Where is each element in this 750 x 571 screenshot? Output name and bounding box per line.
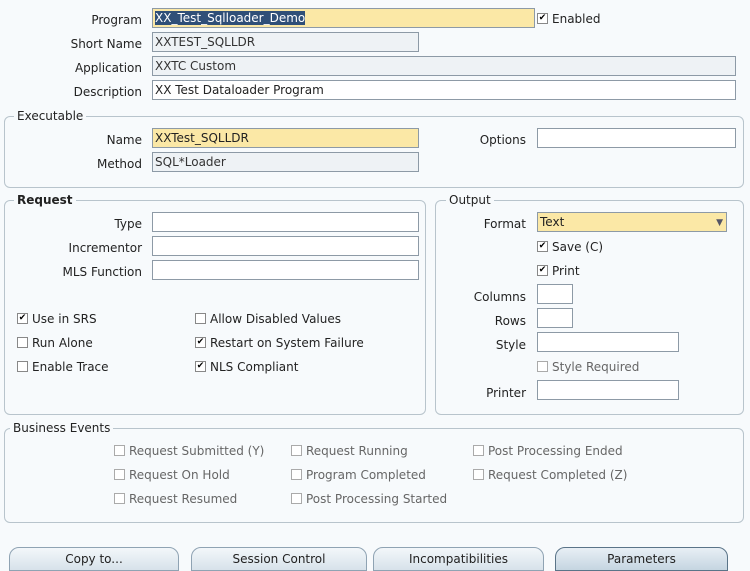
method-label: Method bbox=[96, 157, 142, 171]
restart-on-failure-checkbox[interactable]: ✔ Restart on System Failure bbox=[195, 336, 364, 350]
executable-title: Executable bbox=[14, 109, 87, 123]
incompatibilities-button[interactable]: Incompatibilities bbox=[373, 547, 544, 571]
request-group bbox=[4, 200, 426, 415]
printer-label: Printer bbox=[486, 386, 526, 400]
request-title: Request bbox=[14, 193, 76, 207]
run-alone-checkbox[interactable]: Run Alone bbox=[17, 336, 93, 350]
post-processing-ended-checkbox[interactable]: Post Processing Ended bbox=[473, 444, 623, 458]
nls-compliant-checkbox[interactable]: ✔ NLS Compliant bbox=[195, 360, 298, 374]
program-field[interactable]: XX_Test_Sqlloader_Demo bbox=[152, 8, 535, 28]
chevron-down-icon: ▼ bbox=[716, 218, 723, 228]
request-resumed-checkbox[interactable]: Request Resumed bbox=[114, 492, 237, 506]
short-name-field[interactable]: XXTEST_SQLLDR bbox=[152, 32, 419, 52]
check-icon: ✔ bbox=[195, 337, 206, 348]
use-in-srs-checkbox[interactable]: ✔ Use in SRS bbox=[17, 312, 97, 326]
columns-label: Columns bbox=[473, 290, 526, 304]
business-events-title: Business Events bbox=[10, 421, 114, 435]
short-name-label: Short Name bbox=[70, 37, 142, 51]
request-running-checkbox[interactable]: Request Running bbox=[291, 444, 408, 458]
mls-function-field[interactable] bbox=[152, 260, 419, 280]
check-icon: ✔ bbox=[537, 265, 548, 276]
columns-field[interactable] bbox=[537, 284, 573, 304]
copy-to-button[interactable]: Copy to... bbox=[9, 547, 179, 571]
request-on-hold-checkbox[interactable]: Request On Hold bbox=[114, 468, 230, 482]
application-field[interactable]: XXTC Custom bbox=[152, 56, 736, 76]
options-label: Options bbox=[479, 133, 526, 147]
executable-name-label: Name bbox=[106, 133, 142, 147]
style-label: Style bbox=[495, 338, 526, 352]
style-required-checkbox[interactable]: Style Required bbox=[537, 360, 639, 374]
type-label: Type bbox=[114, 217, 142, 231]
rows-label: Rows bbox=[494, 314, 526, 328]
options-field[interactable] bbox=[537, 128, 736, 148]
program-label: Program bbox=[91, 13, 142, 27]
description-field[interactable]: XX Test Dataloader Program bbox=[152, 80, 736, 100]
application-label: Application bbox=[74, 61, 142, 75]
type-field[interactable] bbox=[152, 212, 419, 232]
request-completed-checkbox[interactable]: Request Completed (Z) bbox=[473, 468, 627, 482]
printer-field[interactable] bbox=[537, 380, 679, 400]
rows-field[interactable] bbox=[537, 308, 573, 328]
check-icon: ✔ bbox=[537, 241, 548, 252]
parameters-button[interactable]: Parameters bbox=[555, 547, 728, 571]
program-value: XX_Test_Sqlloader_Demo bbox=[155, 11, 306, 25]
enable-trace-checkbox[interactable]: Enable Trace bbox=[17, 360, 109, 374]
check-icon: ✔ bbox=[17, 313, 28, 324]
check-icon: ✔ bbox=[537, 13, 548, 24]
allow-disabled-values-checkbox[interactable]: Allow Disabled Values bbox=[195, 312, 341, 326]
session-control-button[interactable]: Session Control bbox=[191, 547, 367, 571]
description-label: Description bbox=[73, 85, 142, 99]
output-title: Output bbox=[446, 193, 494, 207]
enabled-checkbox[interactable]: ✔ Enabled bbox=[537, 12, 601, 26]
save-checkbox[interactable]: ✔ Save (C) bbox=[537, 240, 603, 254]
incrementor-label: Incrementor bbox=[68, 241, 142, 255]
program-completed-checkbox[interactable]: Program Completed bbox=[291, 468, 426, 482]
post-processing-started-checkbox[interactable]: Post Processing Started bbox=[291, 492, 447, 506]
style-field[interactable] bbox=[537, 332, 679, 352]
check-icon: ✔ bbox=[195, 361, 206, 372]
incrementor-field[interactable] bbox=[152, 236, 419, 256]
mls-function-label: MLS Function bbox=[62, 265, 142, 279]
executable-name-field[interactable]: XXTest_SQLLDR bbox=[152, 128, 419, 148]
request-submitted-checkbox[interactable]: Request Submitted (Y) bbox=[114, 444, 264, 458]
print-checkbox[interactable]: ✔ Print bbox=[537, 264, 580, 278]
format-label: Format bbox=[483, 217, 526, 231]
format-select[interactable]: Text ▼ bbox=[537, 212, 727, 232]
method-field[interactable]: SQL*Loader bbox=[152, 152, 419, 172]
